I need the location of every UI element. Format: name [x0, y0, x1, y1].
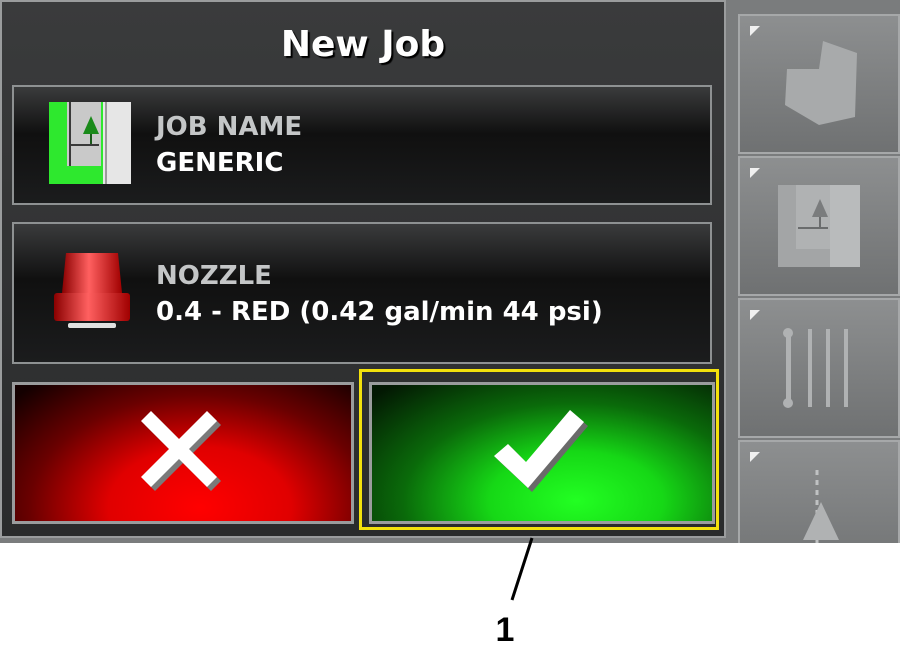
- dialog-title: New Job: [280, 24, 446, 65]
- guidance-icon: [803, 470, 839, 543]
- cancel-button[interactable]: [12, 382, 354, 524]
- nozzle-field[interactable]: NOZZLE 0.4 - RED (0.42 gal/min 44 psi): [12, 222, 712, 364]
- new-job-dialog: New Job JOB NAME GENERIC NOZZLE 0.4 - RE…: [0, 0, 726, 538]
- sidebar-item-boom-sections[interactable]: [738, 298, 900, 438]
- corner-indicator: [750, 26, 760, 36]
- corner-indicator: [750, 168, 760, 178]
- sidebar-item-field-map[interactable]: [738, 156, 900, 296]
- field-boundary-icon: [785, 41, 857, 125]
- boom-sections-icon: [783, 328, 848, 408]
- callout-number: 1: [495, 611, 515, 649]
- job-name-label: JOB NAME: [156, 112, 303, 142]
- job-name-value: GENERIC: [156, 148, 284, 178]
- nozzle-value: 0.4 - RED (0.42 gal/min 44 psi): [156, 297, 603, 327]
- corner-indicator: [750, 310, 760, 320]
- display-screen: New Job JOB NAME GENERIC NOZZLE 0.4 - RE…: [0, 0, 900, 543]
- sidebar-item-field-boundary[interactable]: [738, 14, 900, 154]
- confirm-button[interactable]: [369, 382, 715, 524]
- job-name-field[interactable]: JOB NAME GENERIC: [12, 85, 712, 205]
- nozzle-label: NOZZLE: [156, 261, 272, 291]
- nozzle-icon: [54, 253, 130, 328]
- field-map-icon: [49, 102, 131, 184]
- checkmark-icon: [494, 410, 588, 492]
- sidebar-item-guidance[interactable]: [738, 440, 900, 543]
- field-map-icon: [778, 185, 860, 267]
- corner-indicator: [750, 452, 760, 462]
- close-icon: [141, 411, 221, 491]
